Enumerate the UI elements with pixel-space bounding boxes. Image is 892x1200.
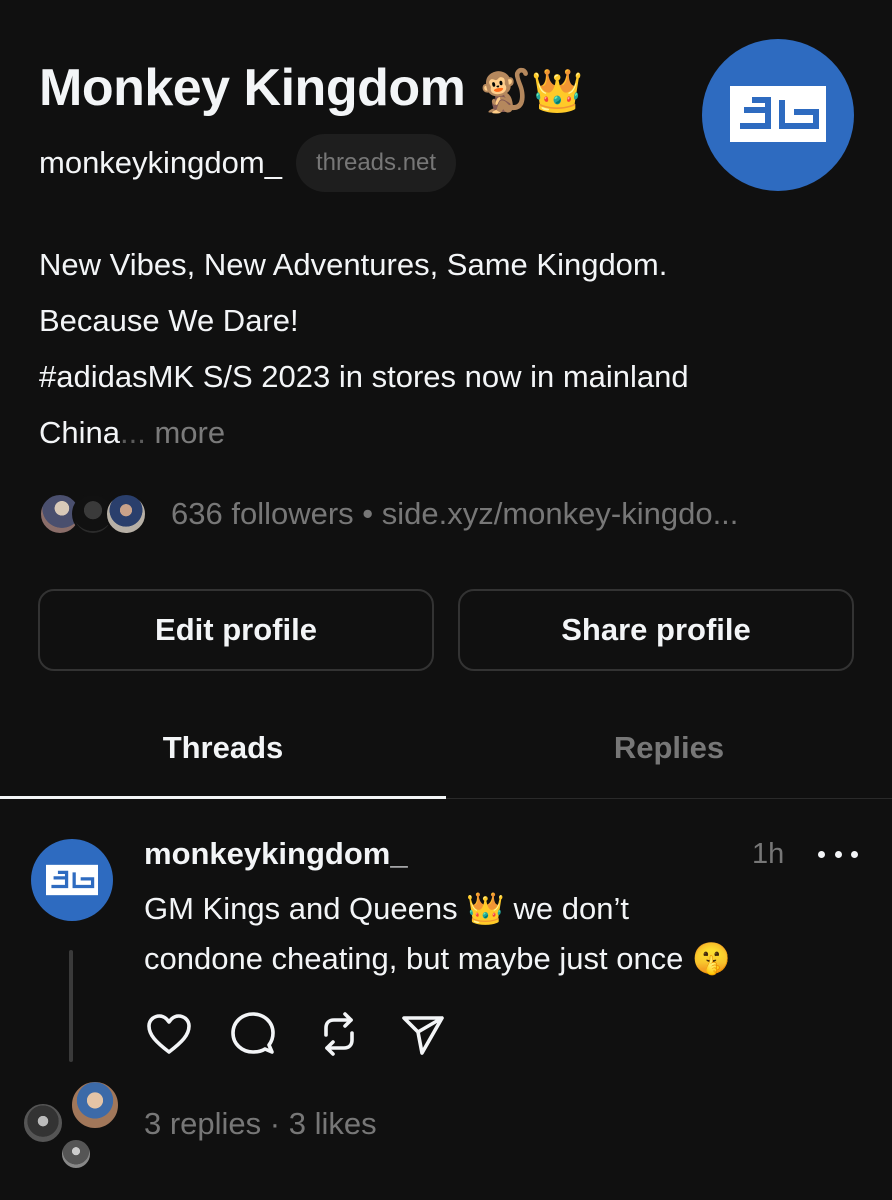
followers-count[interactable]: 636 followers [171,496,354,531]
follower-avatars [39,491,151,537]
tab-threads[interactable]: Threads [0,730,446,766]
shush-emoji: 🤫 [692,941,731,977]
share-profile-button[interactable]: Share profile [458,589,854,671]
post-avatar[interactable] [31,839,113,921]
profile-bio: New Vibes, New Adventures, Same Kingdom.… [39,237,839,461]
heart-icon [147,1014,191,1054]
bio-more-link[interactable]: more [154,415,225,450]
profile-name-text: Monkey Kingdom [39,59,466,117]
replier-avatar [60,1138,92,1170]
profile-name: Monkey Kingdom 🐒👑 [39,58,583,118]
brand-logo-icon [730,86,826,142]
post-username[interactable]: monkeykingdom_ [144,836,408,872]
follower-avatar [105,493,147,535]
post-timestamp: 1h [752,838,785,870]
post-text-part: GM Kings and Queens [144,891,458,926]
edit-profile-button[interactable]: Edit profile [38,589,434,671]
post-text: GM Kings and Queens 👑 we don’t condone c… [144,884,864,984]
bio-line: New Vibes, New Adventures, Same Kingdom. [39,247,668,282]
bio-line: #adidasMK S/S 2023 in stores now in main… [39,359,689,394]
post-text-part: we don’t [513,891,629,926]
replier-avatar [22,1102,64,1144]
reply-button[interactable] [228,1008,278,1060]
profile-name-emoji: 🐒👑 [479,66,583,115]
replier-avatar [70,1080,120,1130]
post-stats[interactable]: 3 replies · 3 likes [144,1106,377,1142]
profile-handle: monkeykingdom_ [39,145,282,180]
like-button[interactable] [144,1008,194,1060]
bio-line-last: China... more [39,405,839,461]
repost-button[interactable] [314,1008,364,1060]
handle-row: monkeykingdom_ threads.net [39,134,457,192]
crown-emoji: 👑 [466,891,505,927]
domain-badge[interactable]: threads.net [295,134,457,192]
followers-text: 636 followers • side.xyz/monkey-kingdo..… [171,496,738,532]
profile-link[interactable]: side.xyz/monkey-kingdo... [382,496,739,531]
brand-logo-icon [46,864,98,896]
send-icon [402,1016,444,1055]
tab-replies[interactable]: Replies [446,730,892,766]
separator-dot: • [353,496,382,531]
active-tab-indicator [0,796,446,799]
more-horizontal-icon[interactable] [818,836,858,872]
profile-page: Monkey Kingdom 🐒👑 monkeykingdom_ threads… [0,0,892,1200]
post-text-part: condone cheating, but maybe just once [144,941,684,976]
profile-avatar[interactable] [702,39,854,191]
share-button[interactable] [398,1008,448,1060]
followers-row[interactable]: 636 followers • side.xyz/monkey-kingdo..… [39,490,738,538]
post-text-line: condone cheating, but maybe just once 🤫 [144,934,864,984]
thread-connector-line [69,950,73,1062]
comment-icon [231,1012,275,1054]
repost-icon [324,1012,354,1056]
bio-line-text: China [39,415,120,450]
post-text-line: GM Kings and Queens 👑 we don’t [144,884,864,934]
bio-ellipsis: ... [120,415,146,450]
bio-line: Because We Dare! [39,303,299,338]
